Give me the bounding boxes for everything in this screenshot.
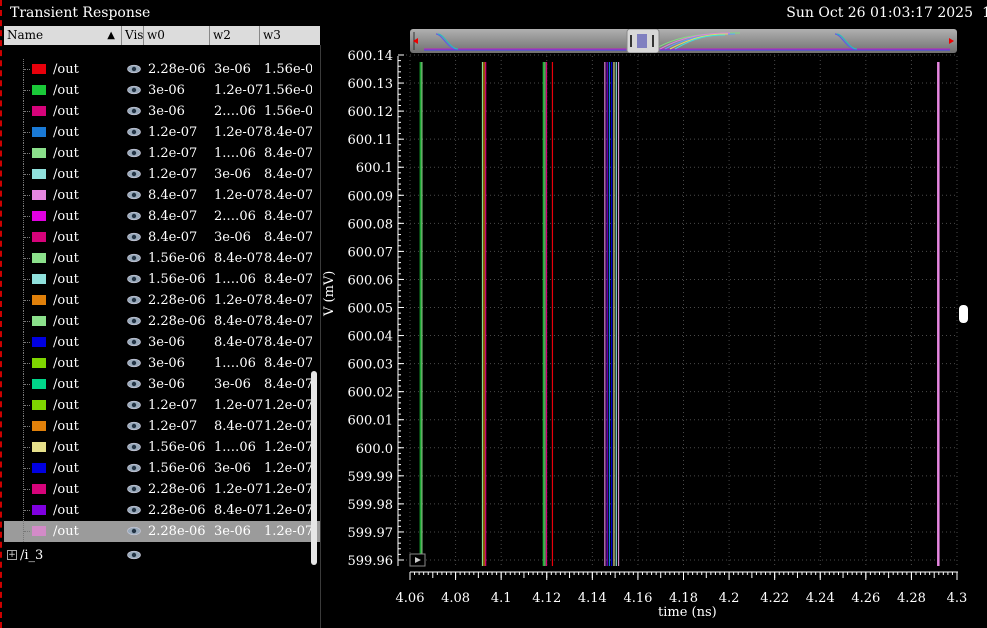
x-axis-label: time (ns) [658,605,717,620]
y-tick-label: 600.05 [348,302,394,317]
y-tick-label: 600.04 [348,330,394,345]
x-tick-label: 4.06 [396,591,425,606]
y-tick-label: 599.99 [348,470,394,485]
y-tick-label: 600.12 [348,105,394,120]
y-axis-label: V (mV) [322,270,337,316]
y-tick-label: 599.96 [348,554,394,569]
x-tick-label: 4.16 [623,591,652,606]
y-tick-label: 600.13 [348,77,394,92]
x-tick-label: 4.28 [897,591,926,606]
x-tick-label: 4.18 [669,591,698,606]
y-tick-label: 600.08 [348,217,394,232]
y-tick-label: 600.11 [348,133,394,148]
x-tick-label: 4.12 [532,591,561,606]
y-tick-label: 599.97 [348,526,394,541]
x-tick-label: 4.08 [441,591,470,606]
waveform-plot[interactable]: 599.96 599.97 599.98 599.99 600.0 600.01 600.0… [0,0,987,628]
y-tick-label: 600.03 [348,358,394,373]
x-tick-label: 4.3 [947,591,968,606]
x-tick-labels: 4.06 4.08 4.1 4.12 4.14 4.16 4.18 4.2 4.22 4.24 4.… [396,591,968,606]
waveform-traces [419,62,940,566]
x-tick-label: 4.22 [760,591,789,606]
y-tick-label: 600.02 [348,386,394,401]
y-tick-label: 600.1 [356,161,393,176]
y-tick-label: 599.98 [348,498,394,513]
y-tick-label: 600.06 [348,273,394,288]
x-tick-label: 4.24 [806,591,835,606]
y-tick-labels: 599.96 599.97 599.98 599.99 600.0 600.01 600.0… [348,49,394,569]
y-tick-label: 600.0 [356,442,393,457]
x-tick-label: 4.2 [719,591,740,606]
y-tick-label: 600.09 [348,189,394,204]
y-tick-label: 600.14 [348,49,394,64]
x-tick-label: 4.26 [851,591,880,606]
x-tick-label: 4.1 [491,591,512,606]
y-tick-label: 600.07 [348,245,394,260]
y-tick-label: 600.01 [348,414,394,429]
x-tick-label: 4.14 [578,591,607,606]
